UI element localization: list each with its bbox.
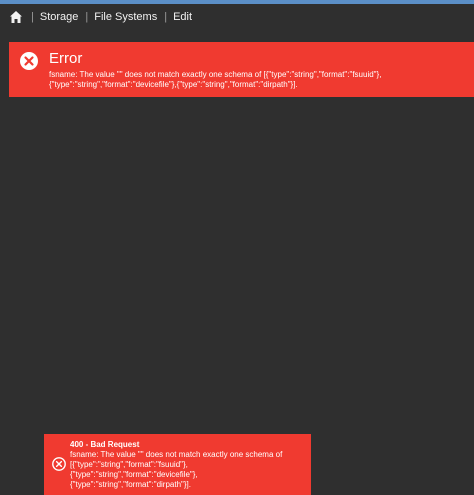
breadcrumb-separator: | xyxy=(31,11,34,23)
error-circle-x-icon xyxy=(52,457,66,471)
breadcrumb-separator: | xyxy=(164,11,168,23)
breadcrumb-file-systems[interactable]: File Systems xyxy=(94,11,157,23)
toast-message: fsname: The value "" does not match exac… xyxy=(70,450,283,489)
breadcrumb-separator: | xyxy=(85,11,89,23)
error-circle-x-icon xyxy=(19,51,39,71)
home-icon[interactable] xyxy=(9,10,23,24)
breadcrumb-storage[interactable]: Storage xyxy=(40,11,79,23)
error-message: fsname: The value "" does not match exac… xyxy=(49,70,382,89)
breadcrumb-edit: Edit xyxy=(173,11,193,23)
breadcrumb: | Storage | File Systems | Edit xyxy=(0,4,474,30)
error-panel: Error fsname: The value "" does not matc… xyxy=(9,42,474,97)
toast-title: 400 - Bad Request xyxy=(70,440,140,449)
error-title: Error xyxy=(49,50,83,67)
error-toast[interactable]: 400 - Bad Request fsname: The value "" d… xyxy=(44,434,311,495)
